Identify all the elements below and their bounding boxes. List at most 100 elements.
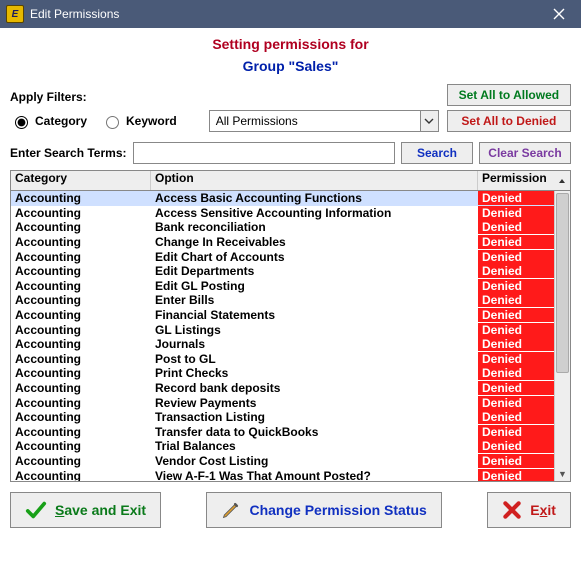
set-all-allowed-button[interactable]: Set All to Allowed — [447, 84, 571, 106]
cell-permission: Denied — [478, 352, 554, 366]
cell-permission: Denied — [478, 425, 554, 439]
search-button[interactable]: Search — [401, 142, 473, 164]
header-category[interactable]: Category — [11, 171, 151, 190]
radio-category[interactable]: Category — [10, 113, 87, 129]
filter-combo-value: All Permissions — [210, 114, 420, 128]
save-and-exit-button[interactable]: Save and Exit — [10, 492, 161, 528]
scroll-down-icon[interactable]: ▼ — [555, 467, 570, 481]
table-row[interactable]: AccountingPrint ChecksDenied — [11, 366, 554, 381]
exit-button[interactable]: Exit — [487, 492, 571, 528]
window-title: Edit Permissions — [30, 7, 119, 21]
radio-keyword-input[interactable] — [106, 116, 119, 129]
cell-permission: Denied — [478, 264, 554, 278]
set-all-denied-button[interactable]: Set All to Denied — [447, 110, 571, 132]
table-row[interactable]: AccountingReview PaymentsDenied — [11, 395, 554, 410]
scroll-thumb[interactable] — [556, 193, 569, 373]
cell-option: Transaction Listing — [151, 410, 478, 424]
app-icon: E — [6, 5, 24, 23]
cell-permission: Denied — [478, 293, 554, 307]
cell-option: Post to GL — [151, 352, 478, 366]
cell-option: Edit GL Posting — [151, 279, 478, 293]
cell-option: Review Payments — [151, 396, 478, 410]
search-input[interactable] — [133, 142, 396, 164]
cell-option: Journals — [151, 337, 478, 351]
filter-combo[interactable]: All Permissions — [209, 110, 439, 132]
cell-option: Transfer data to QuickBooks — [151, 425, 478, 439]
cell-category: Accounting — [11, 425, 151, 439]
close-icon — [553, 8, 565, 20]
table-row[interactable]: AccountingChange In ReceivablesDenied — [11, 235, 554, 250]
cell-permission: Denied — [478, 381, 554, 395]
table-row[interactable]: AccountingPost to GLDenied — [11, 352, 554, 367]
table-row[interactable]: AccountingVendor Cost ListingDenied — [11, 454, 554, 469]
cell-permission: Denied — [478, 279, 554, 293]
table-row[interactable]: AccountingTransfer data to QuickBooksDen… — [11, 425, 554, 440]
table-row[interactable]: AccountingTrial BalancesDenied — [11, 439, 554, 454]
cell-category: Accounting — [11, 293, 151, 307]
radio-keyword-label: Keyword — [126, 114, 177, 128]
cell-option: GL Listings — [151, 323, 478, 337]
table-row[interactable]: AccountingTransaction ListingDenied — [11, 410, 554, 425]
cell-category: Accounting — [11, 410, 151, 424]
cell-permission: Denied — [478, 235, 554, 249]
table-row[interactable]: AccountingEdit GL PostingDenied — [11, 279, 554, 294]
cell-category: Accounting — [11, 337, 151, 351]
cell-category: Accounting — [11, 454, 151, 468]
cell-category: Accounting — [11, 308, 151, 322]
cell-permission: Denied — [478, 454, 554, 468]
cell-category: Accounting — [11, 439, 151, 453]
cell-option: Trial Balances — [151, 439, 478, 453]
cell-category: Accounting — [11, 264, 151, 278]
cell-option: Enter Bills — [151, 293, 478, 307]
search-label: Enter Search Terms: — [10, 146, 127, 160]
cell-permission: Denied — [478, 323, 554, 337]
cell-permission: Denied — [478, 191, 554, 205]
permissions-grid: Category Option Permission AccountingAcc… — [10, 170, 571, 482]
cell-category: Accounting — [11, 396, 151, 410]
table-row[interactable]: AccountingAccess Sensitive Accounting In… — [11, 206, 554, 221]
cell-category: Accounting — [11, 250, 151, 264]
cell-option: Bank reconciliation — [151, 220, 478, 234]
table-row[interactable]: AccountingEdit Chart of AccountsDenied — [11, 249, 554, 264]
cell-category: Accounting — [11, 366, 151, 380]
table-row[interactable]: AccountingJournalsDenied — [11, 337, 554, 352]
table-row[interactable]: AccountingGL ListingsDenied — [11, 322, 554, 337]
cell-option: Edit Departments — [151, 264, 478, 278]
cell-option: Change In Receivables — [151, 235, 478, 249]
titlebar: E Edit Permissions — [0, 0, 581, 28]
filters-row: Apply Filters: Category Keyword All Perm… — [10, 84, 571, 132]
table-row[interactable]: AccountingEdit DepartmentsDenied — [11, 264, 554, 279]
table-row[interactable]: AccountingEnter BillsDenied — [11, 293, 554, 308]
header-permission[interactable]: Permission — [478, 171, 554, 190]
cell-permission: Denied — [478, 308, 554, 322]
cell-option: Vendor Cost Listing — [151, 454, 478, 468]
table-row[interactable]: AccountingRecord bank depositsDenied — [11, 381, 554, 396]
header-option[interactable]: Option — [151, 171, 478, 190]
filters-label: Apply Filters: — [10, 90, 439, 104]
cell-option: Edit Chart of Accounts — [151, 250, 478, 264]
cell-option: View A-F-1 Was That Amount Posted? — [151, 469, 478, 481]
grid-body[interactable]: AccountingAccess Basic Accounting Functi… — [11, 191, 554, 481]
cell-option: Financial Statements — [151, 308, 478, 322]
cell-category: Accounting — [11, 323, 151, 337]
table-row[interactable]: AccountingAccess Basic Accounting Functi… — [11, 191, 554, 206]
change-permission-button[interactable]: Change Permission Status — [206, 492, 441, 528]
cell-category: Accounting — [11, 469, 151, 481]
clear-search-button[interactable]: Clear Search — [479, 142, 571, 164]
table-row[interactable]: AccountingBank reconciliationDenied — [11, 220, 554, 235]
radio-category-label: Category — [35, 114, 87, 128]
cell-category: Accounting — [11, 381, 151, 395]
heading-main: Setting permissions for — [10, 36, 571, 52]
cell-permission: Denied — [478, 220, 554, 234]
cell-permission: Denied — [478, 250, 554, 264]
x-icon — [502, 500, 522, 520]
cell-category: Accounting — [11, 206, 151, 220]
grid-scrollbar[interactable]: ▲ ▼ — [554, 191, 570, 481]
cell-option: Access Sensitive Accounting Information — [151, 206, 478, 220]
window-close-button[interactable] — [537, 0, 581, 28]
table-row[interactable]: AccountingView A-F-1 Was That Amount Pos… — [11, 468, 554, 481]
radio-keyword[interactable]: Keyword — [101, 113, 177, 129]
radio-category-input[interactable] — [15, 116, 28, 129]
table-row[interactable]: AccountingFinancial StatementsDenied — [11, 308, 554, 323]
client-area: Setting permissions for Group "Sales" Ap… — [0, 28, 581, 582]
